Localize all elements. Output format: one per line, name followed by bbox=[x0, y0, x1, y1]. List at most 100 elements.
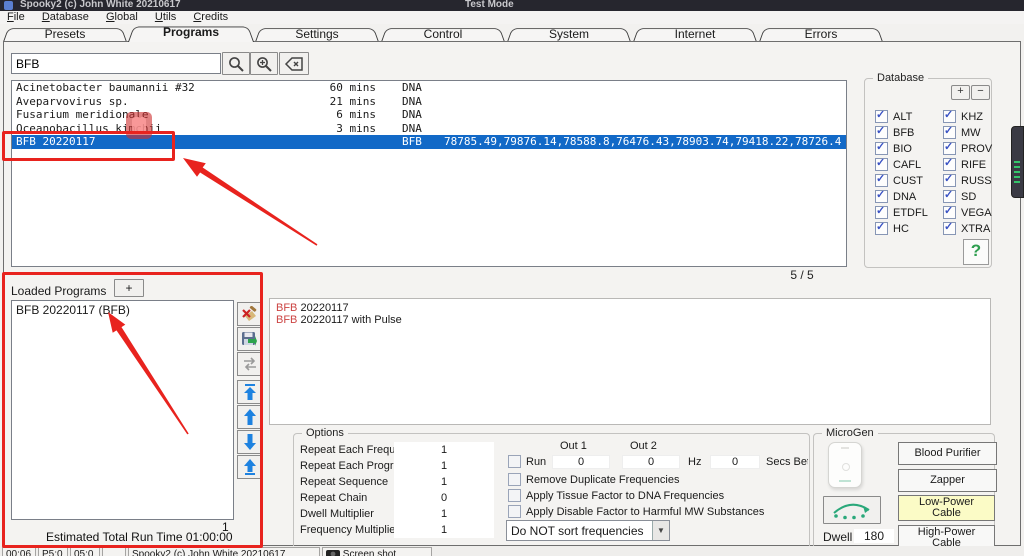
db-checkbox-xtra[interactable]: XTRA bbox=[943, 222, 990, 235]
checkbox-icon bbox=[943, 206, 956, 219]
program-row[interactable]: Fusarium meridionale 6 mins DNA bbox=[12, 108, 846, 122]
out1-frequency-field[interactable]: 0 bbox=[552, 455, 610, 469]
dwell-field[interactable]: 180 bbox=[854, 529, 894, 543]
menu-database[interactable]: Database bbox=[42, 11, 89, 23]
zoom-plus-icon bbox=[255, 55, 273, 73]
program-row[interactable]: Oceanobacillus kimchii 3 mins DNA bbox=[12, 122, 846, 136]
db-checkbox-sd[interactable]: SD bbox=[943, 190, 976, 203]
db-checkbox-mw[interactable]: MW bbox=[943, 126, 981, 139]
move-top-button[interactable] bbox=[237, 380, 262, 404]
checkbox-icon bbox=[875, 126, 888, 139]
save-loaded-button[interactable] bbox=[237, 327, 262, 351]
db-tag: BFB bbox=[276, 314, 297, 326]
tab-errors[interactable]: Errors bbox=[759, 27, 883, 42]
dwell-label: Dwell bbox=[823, 530, 852, 544]
menu-utils[interactable]: Utils bbox=[155, 11, 176, 23]
loaded-program-item[interactable]: BFB 20220117 (BFB) bbox=[12, 301, 233, 319]
frequency-multiplier-field[interactable]: 1 bbox=[394, 524, 494, 536]
db-checkbox-rife[interactable]: RIFE bbox=[943, 158, 986, 171]
db-checkbox-etdfl[interactable]: ETDFL bbox=[875, 206, 928, 219]
repeat-each-program-field[interactable]: 1 bbox=[394, 460, 494, 472]
program-row-selected[interactable]: BFB 20220117 BFB 78785.49,79876.14,78588… bbox=[12, 135, 846, 149]
tab-control[interactable]: Control bbox=[381, 27, 505, 42]
move-up-button[interactable] bbox=[237, 405, 262, 429]
status-bar: 00:06 P5:0 05:0 Spooky2 (c) John White 2… bbox=[0, 546, 1024, 556]
menu-file[interactable]: File bbox=[7, 11, 25, 23]
menu-credits[interactable]: Credits bbox=[193, 11, 228, 23]
add-loaded-program-button[interactable]: + bbox=[114, 279, 144, 297]
program-row[interactable]: Acinetobacter baumannii #32 60 mins DNA bbox=[12, 81, 846, 95]
sort-frequencies-dropdown[interactable]: Do NOT sort frequencies ▼ bbox=[506, 520, 670, 541]
move-bottom-button[interactable] bbox=[237, 455, 262, 479]
run-checkbox[interactable]: Run bbox=[508, 455, 546, 468]
zoom-search-button[interactable] bbox=[250, 52, 278, 75]
checkbox-icon bbox=[875, 174, 888, 187]
zapper-button[interactable]: Zapper bbox=[898, 469, 997, 492]
search-icon bbox=[227, 55, 245, 73]
add-database-button[interactable]: + bbox=[951, 85, 970, 100]
option-label: Repeat Chain bbox=[300, 492, 367, 504]
tab-programs[interactable]: Programs bbox=[128, 25, 254, 42]
db-tag: BFB bbox=[276, 302, 297, 314]
menu-global[interactable]: Global bbox=[106, 11, 138, 23]
db-checkbox-russ[interactable]: RUSS bbox=[943, 174, 992, 187]
option-label: Repeat Each Program bbox=[300, 460, 409, 472]
disable-factor-checkbox[interactable]: Apply Disable Factor to Harmful MW Subst… bbox=[508, 505, 764, 518]
db-checkbox-bio[interactable]: BIO bbox=[875, 142, 912, 155]
out2-frequency-field[interactable]: 0 bbox=[622, 455, 680, 469]
db-label: BFB bbox=[893, 127, 914, 139]
side-dock-handle[interactable] bbox=[1011, 126, 1024, 198]
db-label: RIFE bbox=[961, 159, 986, 171]
repeat-sequence-field[interactable]: 1 bbox=[394, 476, 494, 488]
db-checkbox-cust[interactable]: CUST bbox=[875, 174, 923, 187]
program-list[interactable]: Acinetobacter baumannii #32 60 mins DNA … bbox=[11, 80, 847, 267]
clear-search-button[interactable] bbox=[279, 52, 309, 75]
db-checkbox-khz[interactable]: KHZ bbox=[943, 110, 983, 123]
out2-header: Out 2 bbox=[630, 440, 657, 452]
sweep-button[interactable] bbox=[823, 496, 881, 524]
help-button[interactable]: ? bbox=[963, 239, 989, 265]
screenshot-button[interactable]: Screen shot bbox=[322, 547, 432, 556]
secs-between-field[interactable]: 0 bbox=[710, 455, 760, 469]
remove-database-button[interactable]: − bbox=[971, 85, 990, 100]
checkbox-icon bbox=[943, 126, 956, 139]
remove-duplicates-checkbox[interactable]: Remove Duplicate Frequencies bbox=[508, 473, 679, 486]
database-panel-title: Database bbox=[873, 72, 928, 84]
checkbox-icon bbox=[508, 489, 521, 502]
tab-label: Errors bbox=[759, 27, 883, 41]
db-checkbox-alt[interactable]: ALT bbox=[875, 110, 912, 123]
program-name: Fusarium meridionale bbox=[16, 108, 312, 122]
options-panel: Options Repeat Each Frequency 1 Repeat E… bbox=[293, 433, 810, 546]
tissue-factor-checkbox[interactable]: Apply Tissue Factor to DNA Frequencies bbox=[508, 489, 724, 502]
dwell-multiplier-field[interactable]: 1 bbox=[394, 508, 494, 520]
db-checkbox-dna[interactable]: DNA bbox=[875, 190, 916, 203]
db-checkbox-hc[interactable]: HC bbox=[875, 222, 909, 235]
db-checkbox-bfb[interactable]: BFB bbox=[875, 126, 914, 139]
db-label: VEGA bbox=[961, 207, 992, 219]
program-name: BFB 20220117 bbox=[16, 135, 312, 149]
search-input[interactable] bbox=[11, 53, 221, 74]
low-power-cable-button[interactable]: Low-Power Cable bbox=[898, 495, 995, 521]
search-button[interactable] bbox=[222, 52, 250, 75]
move-down-button[interactable] bbox=[237, 430, 262, 454]
db-checkbox-vega[interactable]: VEGA bbox=[943, 206, 992, 219]
repeat-chain-field[interactable]: 0 bbox=[394, 492, 494, 504]
tab-presets[interactable]: Presets bbox=[3, 27, 127, 42]
tab-internet[interactable]: Internet bbox=[633, 27, 757, 42]
repeat-each-frequency-field[interactable]: 1 bbox=[394, 444, 494, 456]
db-checkbox-cafl[interactable]: CAFL bbox=[875, 158, 921, 171]
checkbox-icon bbox=[508, 473, 521, 486]
db-checkbox-prov[interactable]: PROV bbox=[943, 142, 992, 155]
checkbox-icon bbox=[875, 142, 888, 155]
blood-purifier-button[interactable]: Blood Purifier bbox=[898, 442, 997, 465]
checkbox-icon bbox=[943, 174, 956, 187]
clear-loaded-button[interactable] bbox=[237, 302, 262, 326]
window-title: Spooky2 (c) John White 20210617 bbox=[20, 0, 181, 10]
swap-order-button[interactable] bbox=[237, 352, 262, 376]
tab-settings[interactable]: Settings bbox=[255, 27, 379, 42]
tab-system[interactable]: System bbox=[507, 27, 631, 42]
test-mode-label: Test Mode bbox=[465, 0, 514, 10]
loaded-programs-title: Loaded Programs bbox=[11, 284, 106, 298]
program-row[interactable]: Aveparvovirus sp. 21 mins DNA bbox=[12, 95, 846, 109]
loaded-programs-list[interactable]: BFB 20220117 (BFB) bbox=[11, 300, 234, 520]
